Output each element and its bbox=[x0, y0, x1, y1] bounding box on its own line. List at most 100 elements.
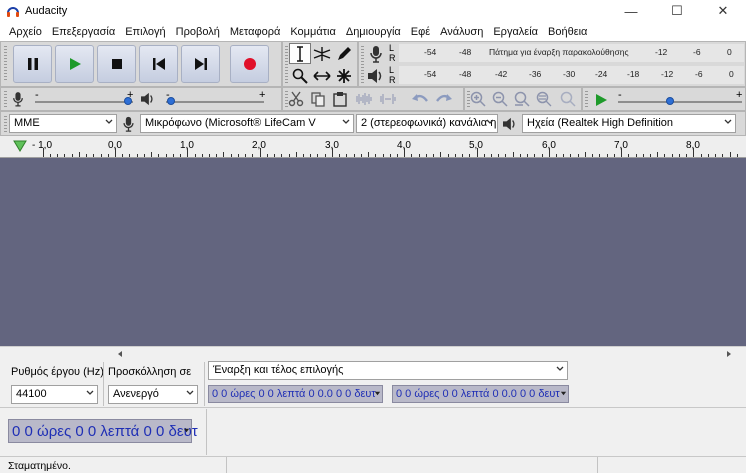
ruler-tick bbox=[592, 154, 594, 157]
selection-end-time[interactable]: 0 0 ώρες 0 0 λεπτά 0 0.0 0 0 δευτ bbox=[392, 385, 569, 403]
menu-file[interactable]: Αρχείο bbox=[4, 26, 47, 38]
menu-help[interactable]: Βοήθεια bbox=[543, 26, 592, 38]
playback-device-select[interactable]: Ηχεία (Realtek High Definition bbox=[522, 114, 736, 133]
menu-transport[interactable]: Μεταφορά bbox=[225, 26, 285, 38]
chevron-down-icon bbox=[86, 390, 94, 395]
ruler-tick bbox=[151, 152, 153, 157]
timeline-ruler[interactable]: - 1,0 0,0 1,0 2,0 3,0 4,0 5,0 6,0 7,0 8,… bbox=[0, 136, 746, 158]
menu-effect[interactable]: Εφέ bbox=[406, 26, 435, 38]
microphone-icon[interactable] bbox=[369, 45, 383, 63]
record-icon bbox=[243, 58, 256, 70]
ruler-tick bbox=[671, 154, 673, 157]
menu-tracks[interactable]: Κομμάτια bbox=[285, 26, 341, 38]
horizontal-scrollbar[interactable] bbox=[0, 346, 746, 360]
zoom-out-button[interactable] bbox=[489, 88, 511, 109]
ruler-tick bbox=[223, 152, 225, 157]
recording-channels-select[interactable]: 2 (στερεοφωνικά) κανάλια η bbox=[356, 114, 498, 133]
ruler-tick bbox=[136, 154, 138, 157]
speaker-icon[interactable] bbox=[367, 68, 385, 84]
ruler-tick bbox=[346, 154, 348, 157]
paste-button[interactable] bbox=[329, 88, 351, 109]
play-speed-knob[interactable] bbox=[666, 97, 675, 105]
audio-position-time[interactable]: 0 0 ώρες 0 0 λεπτά 0 0 δευτ bbox=[8, 419, 198, 443]
ruler-tick bbox=[556, 154, 558, 157]
ruler-tick bbox=[541, 154, 543, 157]
menu-generate[interactable]: Δημιουργία bbox=[341, 26, 406, 38]
ruler-tick bbox=[433, 154, 435, 157]
record-meter-r: R bbox=[389, 53, 396, 63]
pencil-icon bbox=[338, 46, 351, 60]
selection-start-time[interactable]: 0 0 ώρες 0 0 λεπτά 0 0.0 0 0 δευτ bbox=[208, 385, 383, 403]
ruler-tick bbox=[621, 148, 623, 157]
menu-tools[interactable]: Εργαλεία bbox=[488, 26, 543, 38]
scissors-icon bbox=[288, 91, 304, 106]
play-at-speed-button[interactable] bbox=[590, 89, 612, 110]
project-rate-select[interactable]: 44100 bbox=[11, 385, 98, 404]
record-meter[interactable]: -54 -48 Πάτημα για έναρξη παρακολούθησης… bbox=[399, 44, 744, 62]
ruler-tick bbox=[317, 154, 319, 157]
track-panel[interactable] bbox=[0, 158, 746, 346]
snap-to-select[interactable]: Ανενεργό bbox=[108, 385, 198, 404]
menu-analyze[interactable]: Ανάλυση bbox=[435, 26, 488, 38]
ruler-tick bbox=[736, 154, 738, 157]
undo-icon bbox=[412, 93, 428, 102]
menu-select[interactable]: Επιλογή bbox=[120, 26, 170, 38]
transport-toolbar bbox=[0, 41, 282, 87]
scroll-right-icon[interactable] bbox=[725, 350, 733, 358]
ruler-tick bbox=[78, 152, 80, 157]
playback-volume-knob[interactable] bbox=[166, 97, 175, 105]
close-button[interactable]: ✕ bbox=[700, 0, 746, 22]
ruler-tick bbox=[519, 154, 521, 157]
cut-button[interactable] bbox=[285, 88, 307, 109]
audio-host-select[interactable]: MME bbox=[9, 114, 117, 133]
ruler-tick bbox=[93, 154, 95, 157]
time-shift-tool[interactable] bbox=[311, 65, 333, 86]
maximize-button[interactable]: ☐ bbox=[654, 0, 700, 22]
skip-to-start-icon bbox=[152, 58, 165, 70]
zoom-tool[interactable] bbox=[289, 65, 311, 86]
draw-tool[interactable] bbox=[333, 43, 355, 64]
playback-volume-slider[interactable] bbox=[166, 101, 264, 103]
pause-button[interactable] bbox=[13, 45, 52, 83]
zoom-toggle-button[interactable] bbox=[557, 88, 579, 109]
selection-tool[interactable] bbox=[289, 43, 311, 64]
skip-to-start-button[interactable] bbox=[139, 45, 178, 83]
trim-button[interactable] bbox=[353, 88, 375, 109]
multi-tool[interactable] bbox=[333, 65, 355, 86]
play-head-triangle-icon[interactable] bbox=[13, 140, 27, 152]
silence-button[interactable] bbox=[377, 88, 399, 109]
play-speed-slider[interactable] bbox=[618, 101, 742, 103]
zoom-in-button[interactable] bbox=[467, 88, 489, 109]
redo-button[interactable] bbox=[433, 88, 455, 109]
skip-to-end-button[interactable] bbox=[181, 45, 220, 83]
menu-edit[interactable]: Επεξεργασία bbox=[47, 26, 120, 38]
play-button[interactable] bbox=[55, 45, 94, 83]
scroll-left-icon[interactable] bbox=[116, 350, 124, 358]
playback-meter[interactable]: -54 -48 -42 -36 -30 -24 -18 -12 -6 0 bbox=[399, 66, 744, 84]
record-volume-knob[interactable] bbox=[124, 97, 133, 105]
chevron-down-icon bbox=[724, 119, 732, 124]
envelope-tool[interactable] bbox=[311, 43, 333, 64]
view-toolbar bbox=[464, 87, 582, 111]
menu-bar: Αρχείο Επεξεργασία Επιλογή Προβολή Μεταφ… bbox=[0, 22, 746, 41]
mode-select[interactable]: Έναρξη και τέλος επιλογής bbox=[208, 361, 568, 380]
fit-selection-button[interactable] bbox=[511, 88, 533, 109]
menu-view[interactable]: Προβολή bbox=[171, 26, 225, 38]
ruler-tick bbox=[187, 148, 189, 157]
fit-project-button[interactable] bbox=[533, 88, 555, 109]
record-volume-slider[interactable] bbox=[35, 101, 133, 103]
record-button[interactable] bbox=[230, 45, 269, 83]
stop-button[interactable] bbox=[97, 45, 136, 83]
undo-button[interactable] bbox=[409, 88, 431, 109]
ruler-tick bbox=[302, 154, 304, 157]
stop-icon bbox=[111, 59, 122, 69]
ruler-tick bbox=[577, 154, 579, 157]
ruler-tick bbox=[584, 152, 586, 157]
copy-button[interactable] bbox=[307, 88, 329, 109]
ruler-tick bbox=[505, 154, 507, 157]
play-icon bbox=[596, 93, 607, 106]
ruler-tick bbox=[122, 154, 124, 157]
device-toolbar: MME Μικρόφωνο (Microsoft® LifeCam V 2 (σ… bbox=[0, 111, 746, 136]
recording-device-select[interactable]: Μικρόφωνο (Microsoft® LifeCam V bbox=[140, 114, 354, 133]
minimize-button[interactable]: — bbox=[608, 0, 654, 22]
